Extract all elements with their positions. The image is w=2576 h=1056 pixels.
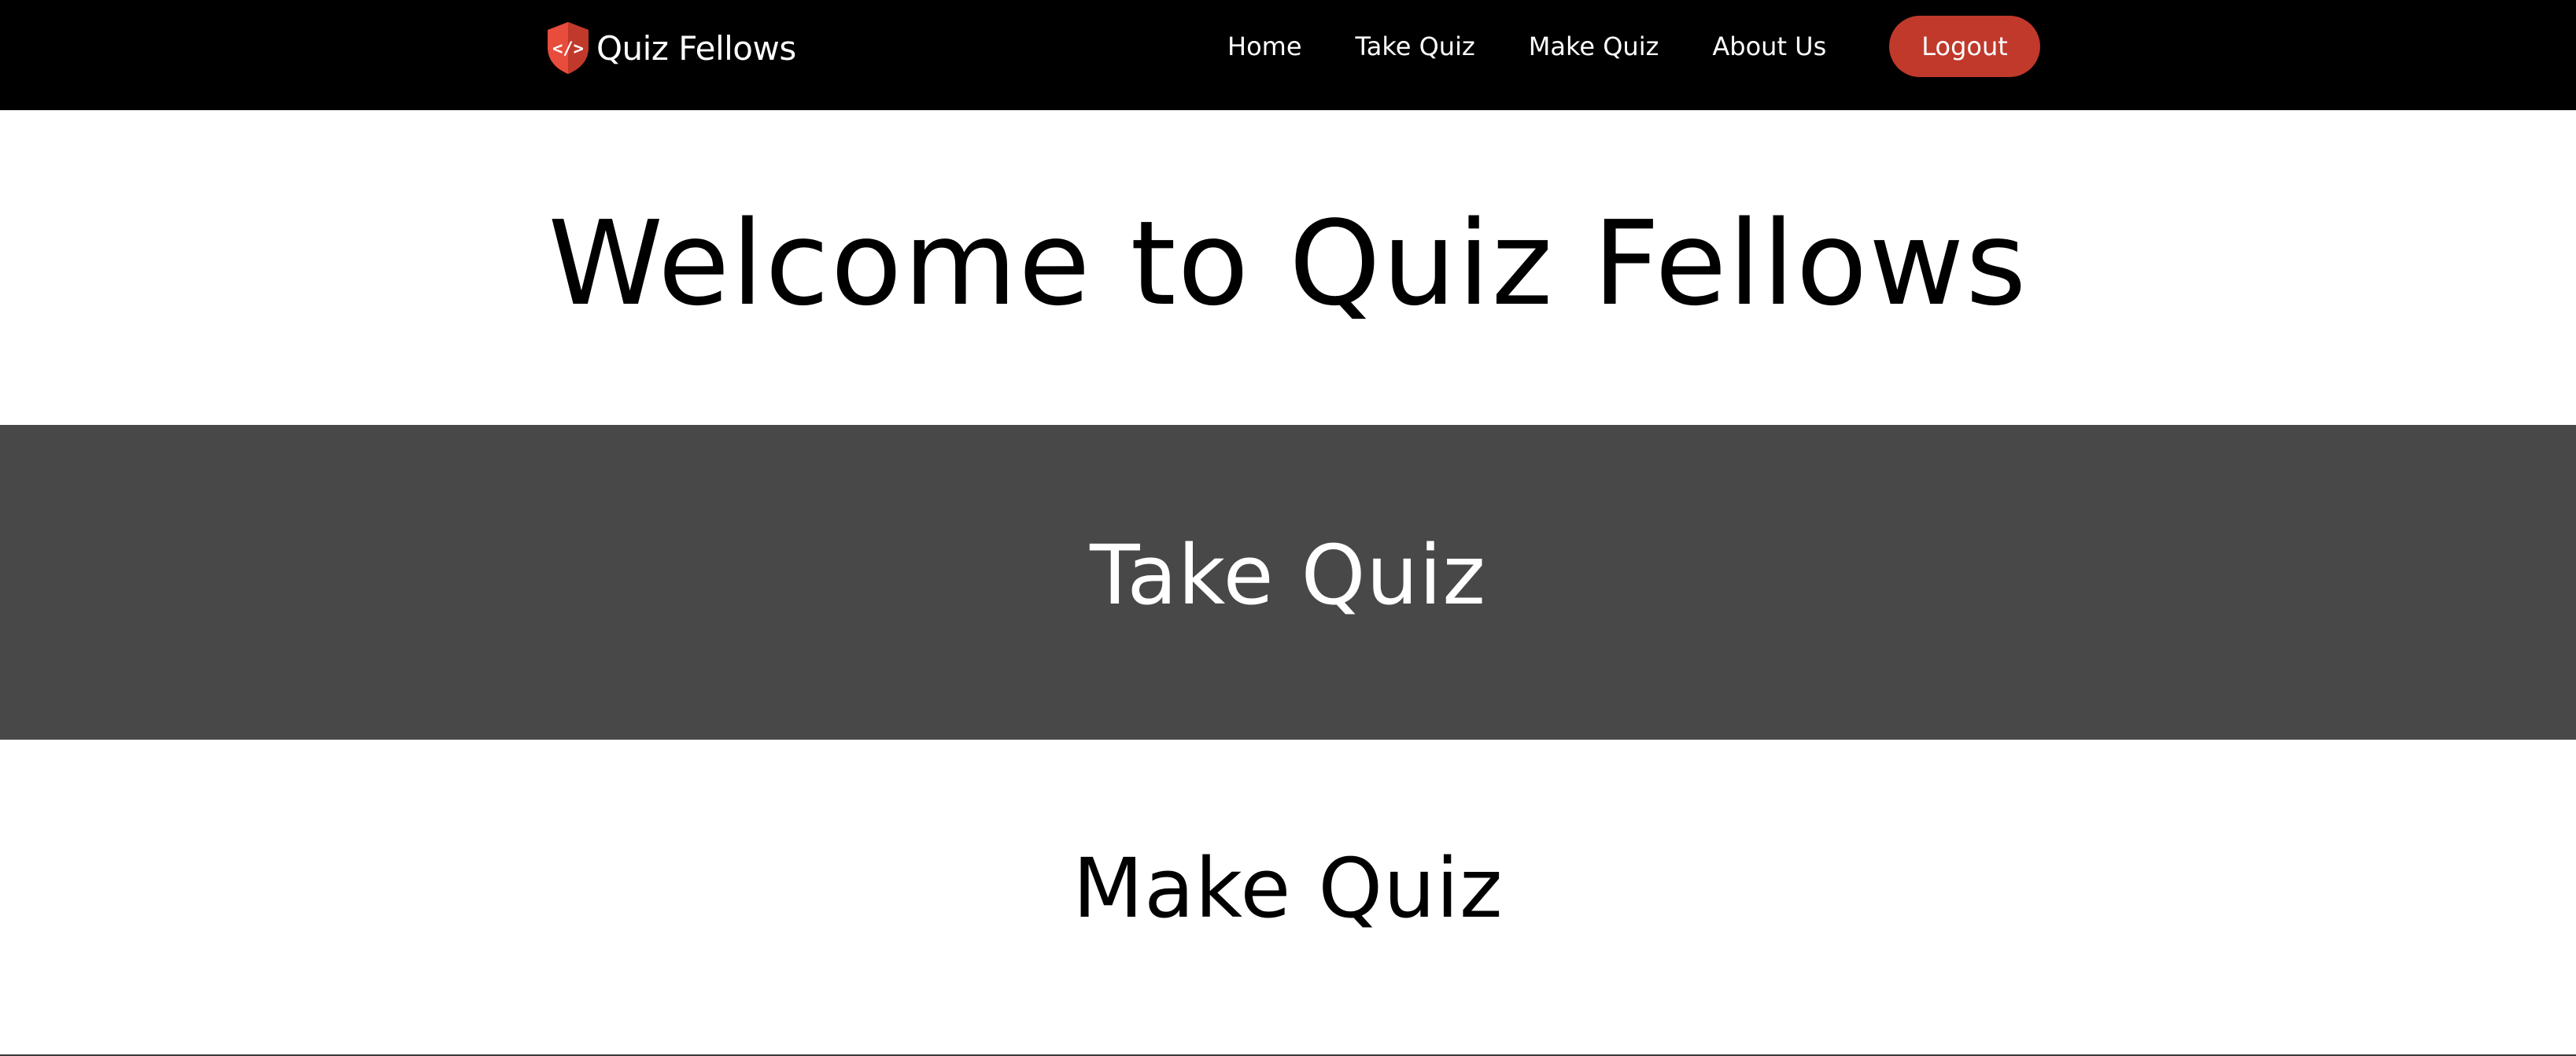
nav-link-make-quiz[interactable]: Make Quiz [1529,31,1659,61]
brand-name: Quiz Fellows [596,28,796,68]
navbar: </> Quiz Fellows Home Take Quiz Make Qui… [0,0,2576,110]
page-title: Welcome to Quiz Fellows [548,196,2028,331]
logout-button[interactable]: Logout [1889,16,2040,77]
make-quiz-title: Make Quiz [1072,840,1504,936]
take-quiz-title: Take Quiz [1090,527,1486,623]
nav-link-about-us[interactable]: About Us [1712,31,1826,61]
make-quiz-section[interactable]: Make Quiz [0,740,2576,1054]
brand-home-link[interactable]: </> Quiz Fellows [544,20,796,76]
nav-link-take-quiz[interactable]: Take Quiz [1356,31,1475,61]
nav-links: Home Take Quiz Make Quiz About Us [1227,16,1880,77]
shield-code-icon: </> [548,22,589,74]
take-quiz-section[interactable]: Take Quiz [0,425,2576,740]
hero-section: Welcome to Quiz Fellows [0,110,2576,425]
nav-link-home[interactable]: Home [1227,31,1302,61]
logo-glyph: </> [552,39,584,59]
